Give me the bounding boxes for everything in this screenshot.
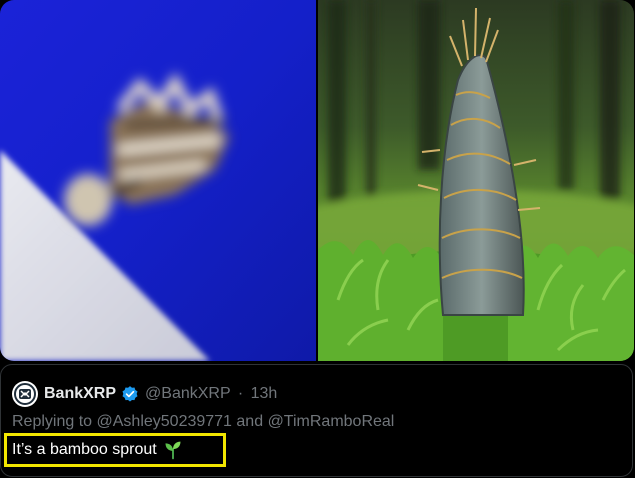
- bamboo-shoot-image: [278, 0, 634, 361]
- reply-prefix: Replying to: [12, 413, 93, 430]
- reply-conjunction: and: [236, 413, 264, 430]
- media-image-right[interactable]: [278, 0, 634, 361]
- blurry-closeup-image: [0, 0, 316, 361]
- timestamp[interactable]: 13h: [251, 385, 278, 402]
- tweet-text: It’s a bamboo sprout: [12, 441, 157, 458]
- display-name[interactable]: BankXRP: [44, 385, 116, 403]
- user-handle[interactable]: @BankXRP: [145, 385, 230, 402]
- verified-badge-icon: [122, 386, 138, 402]
- tweet-media[interactable]: [0, 0, 634, 361]
- replying-to-line: Replying to @Ashley50239771 and @TimRamb…: [12, 413, 394, 431]
- bankxrp-avatar-icon[interactable]: [12, 381, 38, 407]
- seedling-icon: [165, 441, 181, 460]
- separator-dot: ·: [237, 385, 244, 402]
- reply-user-1[interactable]: @Ashley50239771: [97, 413, 232, 430]
- media-image-left[interactable]: [0, 0, 316, 361]
- highlighted-tweet-text: It’s a bamboo sprout: [4, 433, 226, 467]
- reply-user-2[interactable]: @TimRamboReal: [268, 413, 395, 430]
- tweet-header: BankXRP @BankXRP · 13h: [12, 380, 277, 408]
